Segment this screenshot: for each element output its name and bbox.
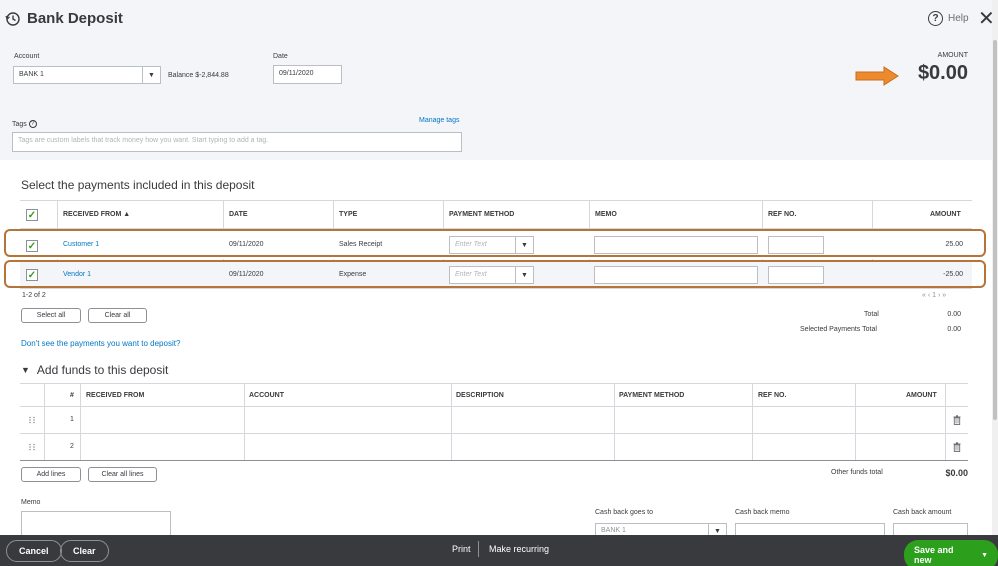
amount-label: AMOUNT xyxy=(937,52,968,59)
other-funds-total-value: $0.00 xyxy=(945,468,968,478)
clear-all-button[interactable]: Clear all xyxy=(88,308,147,323)
cancel-button[interactable]: Cancel xyxy=(6,540,62,562)
other-funds-total-label: Other funds total xyxy=(831,469,883,476)
highlight-box xyxy=(4,229,986,257)
make-recurring-button[interactable]: Make recurring xyxy=(489,544,549,554)
page-title: Bank Deposit xyxy=(27,10,123,27)
line-number: 2 xyxy=(70,443,74,450)
tags-placeholder: Tags are custom labels that track money … xyxy=(18,137,269,144)
dont-see-payments-link[interactable]: Don't see the payments you want to depos… xyxy=(21,339,180,348)
col-line-number: # xyxy=(70,392,74,399)
col-memo: MEMO xyxy=(595,211,617,218)
help-label: Help xyxy=(948,13,969,24)
payments-heading: Select the payments included in this dep… xyxy=(21,178,255,192)
selected-payments-label: Selected Payments Total xyxy=(800,326,877,333)
col-type: TYPE xyxy=(339,211,358,218)
col-date: DATE xyxy=(229,211,248,218)
tags-label: Tags xyxy=(12,120,27,128)
chevron-down-icon[interactable]: ▼ xyxy=(142,67,160,83)
scrollbar[interactable] xyxy=(992,0,998,535)
account-value: BANK 1 xyxy=(19,71,44,78)
col-description: DESCRIPTION xyxy=(456,392,504,399)
drag-handle-icon[interactable] xyxy=(28,416,36,424)
col-payment-method: PAYMENT METHOD xyxy=(619,392,685,399)
manage-tags-link[interactable]: Manage tags xyxy=(419,117,459,124)
account-balance: Balance $-2,844.88 xyxy=(168,72,229,79)
footer-divider xyxy=(478,541,479,557)
select-all-checkbox[interactable]: ✓ xyxy=(26,209,38,221)
date-field[interactable]: 09/11/2020 xyxy=(273,65,342,84)
col-received-from: RECEIVED FROM xyxy=(86,392,145,399)
col-ref-no: REF NO. xyxy=(758,392,787,399)
col-payment-method: PAYMENT METHOD xyxy=(449,211,515,218)
clear-button[interactable]: Clear xyxy=(60,540,109,562)
cash-back-goes-to-label: Cash back goes to xyxy=(595,509,653,516)
col-amount: AMOUNT xyxy=(930,211,961,218)
col-account: ACCOUNT xyxy=(249,392,284,399)
total-value: 0.00 xyxy=(947,311,961,318)
amount-value: $0.00 xyxy=(917,62,968,84)
col-received-from[interactable]: RECEIVED FROM ▲ xyxy=(63,211,130,218)
select-all-button[interactable]: Select all xyxy=(21,308,81,323)
tags-input[interactable]: Tags are custom labels that track money … xyxy=(12,132,462,152)
date-label: Date xyxy=(273,53,288,60)
save-and-new-button[interactable]: Save and new ▼ xyxy=(904,540,998,566)
save-and-new-label: Save and new xyxy=(914,545,954,565)
chevron-down-icon[interactable]: ▼ xyxy=(981,552,988,559)
help-icon: ? xyxy=(928,11,943,26)
caret-down-icon: ▼ xyxy=(21,365,30,375)
account-select[interactable]: BANK 1 ▼ xyxy=(13,66,161,84)
clear-all-lines-button[interactable]: Clear all lines xyxy=(88,467,157,482)
pagination[interactable]: « ‹ 1 › » xyxy=(922,292,946,299)
selected-payments-value: 0.00 xyxy=(947,326,961,333)
memo-label: Memo xyxy=(21,499,41,506)
col-ref-no: REF NO. xyxy=(768,211,797,218)
total-label: Total xyxy=(864,311,879,318)
help-button[interactable]: ? Help xyxy=(928,11,969,26)
drag-handle-icon[interactable] xyxy=(28,443,36,451)
scrollbar-thumb[interactable] xyxy=(993,40,997,420)
highlight-box xyxy=(4,260,986,288)
funds-heading-toggle[interactable]: ▼ Add funds to this deposit xyxy=(21,363,168,377)
account-label: Account xyxy=(14,53,40,60)
tags-label-group: Tags ? xyxy=(12,120,37,128)
line-number: 1 xyxy=(70,416,74,423)
print-button[interactable]: Print xyxy=(452,544,471,554)
cash-back-amount-label: Cash back amount xyxy=(893,509,952,516)
cash-back-goes-to-value: BANK 1 xyxy=(601,527,626,534)
add-lines-button[interactable]: Add lines xyxy=(21,467,81,482)
history-icon[interactable] xyxy=(5,11,21,27)
info-icon[interactable]: ? xyxy=(28,120,37,128)
cash-back-memo-label: Cash back memo xyxy=(735,509,790,516)
trash-icon[interactable] xyxy=(953,415,961,425)
trash-icon[interactable] xyxy=(953,442,961,452)
funds-heading: Add funds to this deposit xyxy=(36,363,169,377)
row-count: 1-2 of 2 xyxy=(22,292,46,299)
col-amount: AMOUNT xyxy=(906,392,937,399)
arrow-annotation-icon xyxy=(855,66,899,86)
